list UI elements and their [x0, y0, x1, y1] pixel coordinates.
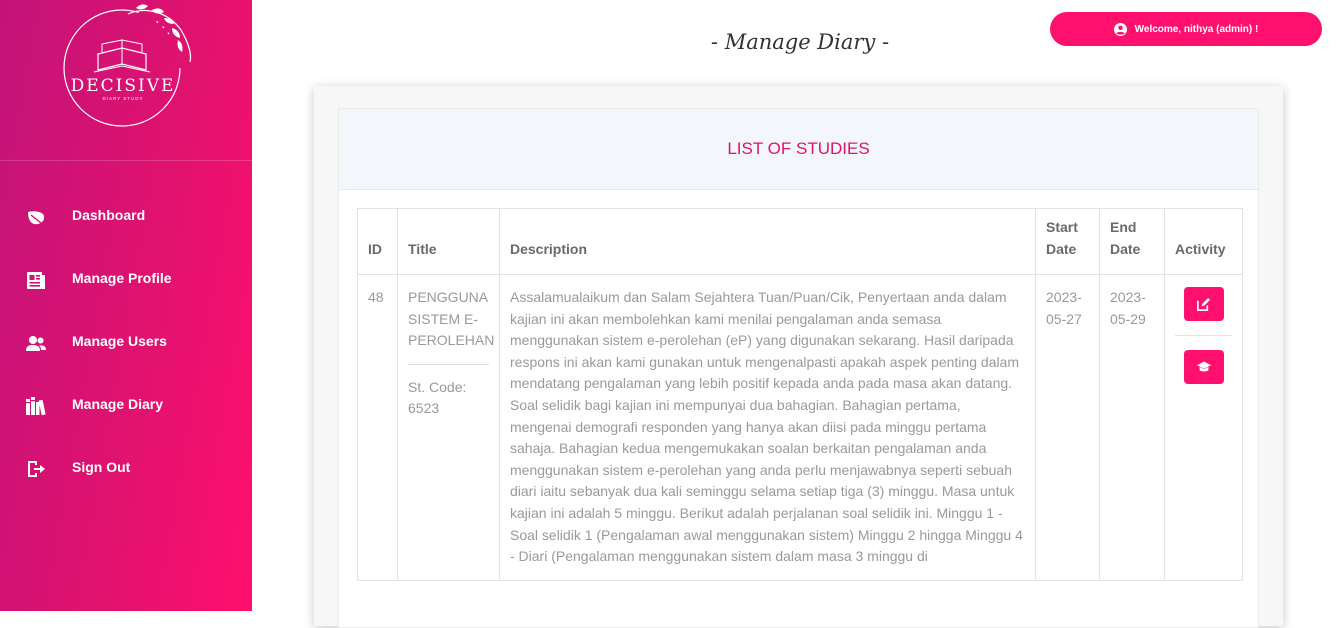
sidebar-item-manage-diary[interactable]: Manage Diary — [0, 372, 252, 435]
studies-card: LIST OF STUDIES ID Title Description Sta… — [338, 108, 1259, 628]
users-icon — [26, 336, 46, 351]
column-activity: Activity — [1164, 208, 1243, 275]
sidebar-item-label: Manage Diary — [72, 396, 164, 412]
cell-activity — [1164, 274, 1243, 581]
column-description: Description — [499, 208, 1036, 275]
sidebar-item-label: Manage Profile — [72, 270, 172, 286]
edit-icon — [1197, 297, 1211, 311]
page-title: - Manage Diary - — [710, 30, 890, 54]
logo-tagline: DIARY STUDY — [102, 96, 144, 101]
card-header: LIST OF STUDIES — [339, 109, 1258, 190]
logo-name: DECISIVE — [70, 76, 176, 96]
column-id: ID — [357, 208, 398, 275]
cell-id: 48 — [357, 274, 398, 581]
column-end-date: End Date — [1099, 208, 1165, 275]
sidebar-item-sign-out[interactable]: Sign Out — [0, 435, 252, 498]
leaf-icon — [28, 211, 45, 225]
study-details-button[interactable] — [1183, 350, 1224, 384]
logo-area: DECISIVE DIARY STUDY — [0, 0, 252, 161]
cell-title: PENGGUNA SISTEM E-PEROLEHAN St. Code: 65… — [397, 274, 500, 581]
logo-emblem — [63, 4, 192, 127]
books-icon — [26, 397, 46, 416]
cell-description: Assalamualaikum dan Salam Sejahtera Tuan… — [499, 274, 1036, 581]
sidebar-item-label: Dashboard — [72, 207, 146, 223]
sidebar-nav: Dashboard Manage Profile Manage Users Ma… — [0, 183, 252, 498]
activity-divider — [1175, 335, 1232, 336]
user-circle-icon — [1113, 22, 1127, 36]
welcome-button[interactable]: Welcome, nithya (admin) ! — [1050, 12, 1322, 46]
table-header-row: ID Title Description Start Date End Date… — [357, 208, 1243, 275]
content-card: LIST OF STUDIES ID Title Description Sta… — [314, 86, 1283, 628]
edit-button[interactable] — [1183, 287, 1224, 321]
profile-document-icon — [27, 272, 45, 289]
sidebar-item-label: Sign Out — [72, 459, 131, 475]
sidebar-item-manage-profile[interactable]: Manage Profile — [0, 246, 252, 309]
sidebar-item-dashboard[interactable]: Dashboard — [0, 183, 252, 246]
cell-start-date: 2023-05-27 — [1035, 274, 1100, 581]
study-title: PENGGUNA SISTEM E-PEROLEHAN — [408, 289, 495, 349]
column-title: Title — [397, 208, 500, 275]
card-title: LIST OF STUDIES — [727, 139, 870, 158]
sidebar-item-label: Manage Users — [72, 333, 167, 349]
welcome-text: Welcome, nithya (admin) ! — [1134, 23, 1259, 35]
cell-end-date: 2023-05-29 — [1099, 274, 1165, 581]
main-content: - Manage Diary - Welcome, nithya (admin)… — [252, 0, 1344, 628]
column-start-date: Start Date — [1035, 208, 1100, 275]
table-row: 48 PENGGUNA SISTEM E-PEROLEHAN St. Code:… — [357, 274, 1243, 581]
studies-table: ID Title Description Start Date End Date… — [357, 208, 1243, 581]
study-code: St. Code: 6523 — [408, 378, 467, 417]
sign-out-icon — [28, 461, 45, 477]
title-divider — [408, 363, 489, 365]
graduation-cap-icon — [1196, 361, 1211, 372]
sidebar: DECISIVE DIARY STUDY Dashboard Manage Pr… — [0, 0, 252, 611]
sidebar-item-manage-users[interactable]: Manage Users — [0, 309, 252, 372]
